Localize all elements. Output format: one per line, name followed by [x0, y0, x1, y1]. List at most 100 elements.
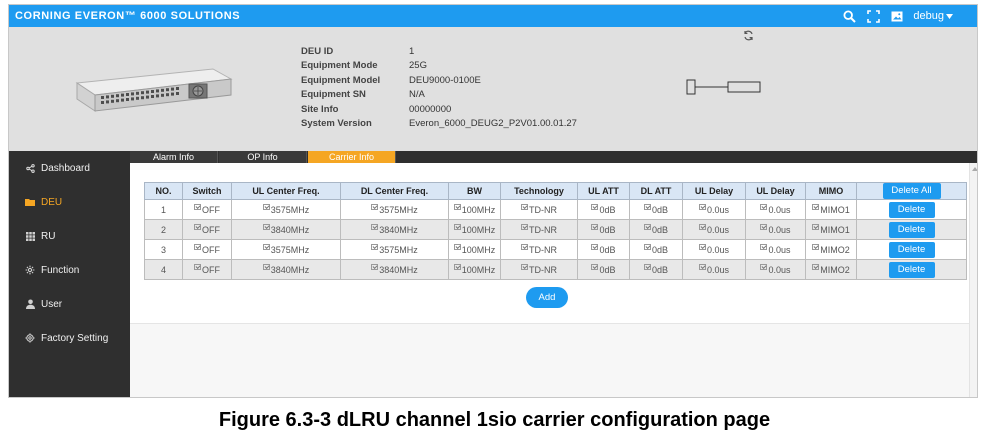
header-no: NO. [144, 182, 183, 200]
cell-dl-att[interactable]: 0dB [629, 199, 683, 220]
sidebar-item-dashboard[interactable]: Dashboard [9, 151, 130, 185]
info-value: 1 [409, 45, 415, 57]
app-window: CORNING EVERON™ 6000 SOLUTIONS debug DEU… [8, 4, 978, 398]
cell-dl-att[interactable]: 0dB [629, 259, 683, 280]
cell-technology[interactable]: TD-NR [500, 259, 578, 280]
delete-button[interactable]: Delete [888, 241, 935, 258]
cell-dl-att[interactable]: 0dB [629, 239, 683, 260]
info-label: DEU ID [301, 45, 334, 57]
info-value: 25G [409, 60, 427, 72]
cell-bw[interactable]: 100MHz [448, 199, 501, 220]
edit-checkbox-icon [760, 204, 768, 210]
cell-switch[interactable]: OFF [182, 199, 232, 220]
cell-dl-center-freq[interactable]: 3575MHz [340, 239, 449, 260]
cell-value: 0.0us [706, 265, 730, 275]
cell-ul-delay-2[interactable]: 0.0us [745, 219, 806, 240]
add-button[interactable]: Add [526, 287, 568, 308]
image-icon[interactable] [889, 8, 905, 24]
cell-value: 100MHz [461, 245, 496, 255]
cell-dl-center-freq[interactable]: 3840MHz [340, 259, 449, 280]
search-icon[interactable] [841, 8, 857, 24]
table-row: 4 OFF 3840MHz 3840MHz 100MHz TD-NR 0dB 0… [144, 259, 967, 280]
edit-checkbox-icon [262, 224, 270, 230]
tab-carrier-info[interactable]: Carrier Info [308, 151, 396, 163]
delete-button[interactable]: Delete [888, 201, 935, 218]
cell-mimo[interactable]: MIMO2 [805, 239, 857, 260]
cell-value: MIMO1 [820, 225, 850, 235]
header-actions: Delete All [856, 182, 967, 200]
cell-bw[interactable]: 100MHz [448, 219, 501, 240]
vertical-scrollbar[interactable] [969, 163, 977, 397]
cell-ul-delay[interactable]: 0.0us [682, 199, 746, 220]
topology-diagram [686, 79, 761, 95]
cell-value: 3575MHz [379, 205, 418, 215]
cell-technology[interactable]: TD-NR [500, 239, 578, 260]
edit-checkbox-icon [194, 204, 201, 210]
cell-bw[interactable]: 100MHz [448, 239, 501, 260]
deu-info-panel: DEU ID 1 Equipment Mode 25G Equipment Mo… [9, 27, 977, 151]
cell-ul-delay-2[interactable]: 0.0us [745, 259, 806, 280]
sidebar-item-label: User [41, 298, 63, 310]
edit-checkbox-icon [698, 264, 706, 270]
cell-ul-delay[interactable]: 0.0us [682, 219, 746, 240]
user-menu[interactable]: debug [913, 10, 953, 22]
cell-switch[interactable]: OFF [182, 259, 232, 280]
cell-ul-att[interactable]: 0dB [577, 219, 630, 240]
scroll-up-icon[interactable] [972, 167, 977, 171]
refresh-icon[interactable] [743, 30, 754, 44]
info-value: 00000000 [409, 103, 452, 115]
sidebar-item-function[interactable]: Function [9, 253, 130, 287]
cell-value: 0.0us [706, 245, 730, 255]
cell-technology[interactable]: TD-NR [500, 199, 578, 220]
edit-checkbox-icon [453, 204, 461, 210]
info-label: Equipment SN [301, 89, 366, 101]
cell-switch[interactable]: OFF [182, 239, 232, 260]
sidebar-item-label: Function [41, 264, 80, 276]
edit-checkbox-icon [643, 264, 651, 270]
cell-ul-att[interactable]: 0dB [577, 199, 630, 220]
sidebar-item-user[interactable]: User [9, 287, 130, 321]
cell-mimo[interactable]: MIMO1 [805, 219, 857, 240]
sidebar-item-factory-setting[interactable]: Factory Setting [9, 321, 130, 355]
cell-ul-delay-2[interactable]: 0.0us [745, 199, 806, 220]
header-ul-center-freq: UL Center Freq. [231, 182, 341, 200]
cell-ul-center-freq[interactable]: 3575MHz [231, 239, 341, 260]
cell-switch[interactable]: OFF [182, 219, 232, 240]
cell-ul-delay[interactable]: 0.0us [682, 259, 746, 280]
sidebar-item-deu[interactable]: DEU [9, 185, 130, 219]
sidebar-item-ru[interactable]: RU [9, 219, 130, 253]
sidebar-item-label: DEU [41, 196, 63, 208]
cell-dl-center-freq[interactable]: 3840MHz [340, 219, 449, 240]
cell-no: 2 [144, 219, 183, 240]
info-row-equipment-model: Equipment Model DEU9000-0100E [301, 73, 577, 88]
cell-value: TD-NR [529, 205, 557, 215]
cell-ul-center-freq[interactable]: 3840MHz [231, 219, 341, 240]
delete-button[interactable]: Delete [888, 261, 935, 278]
cell-dl-att[interactable]: 0dB [629, 219, 683, 240]
cell-mimo[interactable]: MIMO2 [805, 259, 857, 280]
top-bar-actions: debug [841, 8, 953, 24]
edit-checkbox-icon [760, 244, 768, 250]
top-bar: CORNING EVERON™ 6000 SOLUTIONS debug [9, 5, 977, 27]
user-icon [23, 299, 37, 309]
cell-technology[interactable]: TD-NR [500, 219, 578, 240]
cell-ul-att[interactable]: 0dB [577, 239, 630, 260]
fullscreen-icon[interactable] [865, 8, 881, 24]
tab-alarm-info[interactable]: Alarm Info [130, 151, 218, 163]
cell-ul-center-freq[interactable]: 3840MHz [231, 259, 341, 280]
content-background [130, 323, 977, 397]
cell-ul-att[interactable]: 0dB [577, 259, 630, 280]
cell-dl-center-freq[interactable]: 3575MHz [340, 199, 449, 220]
cell-ul-delay-2[interactable]: 0.0us [745, 239, 806, 260]
delete-button[interactable]: Delete [888, 221, 935, 238]
delete-all-button[interactable]: Delete All [882, 183, 941, 199]
cell-ul-center-freq[interactable]: 3575MHz [231, 199, 341, 220]
cell-mimo[interactable]: MIMO1 [805, 199, 857, 220]
header-dl-att: DL ATT [629, 182, 683, 200]
app-title: CORNING EVERON™ 6000 SOLUTIONS [15, 10, 241, 22]
tab-op-info[interactable]: OP Info [219, 151, 307, 163]
cell-bw[interactable]: 100MHz [448, 259, 501, 280]
table-row: 3 OFF 3575MHz 3575MHz 100MHz TD-NR 0dB 0… [144, 239, 967, 260]
edit-checkbox-icon [591, 204, 599, 210]
cell-ul-delay[interactable]: 0.0us [682, 239, 746, 260]
